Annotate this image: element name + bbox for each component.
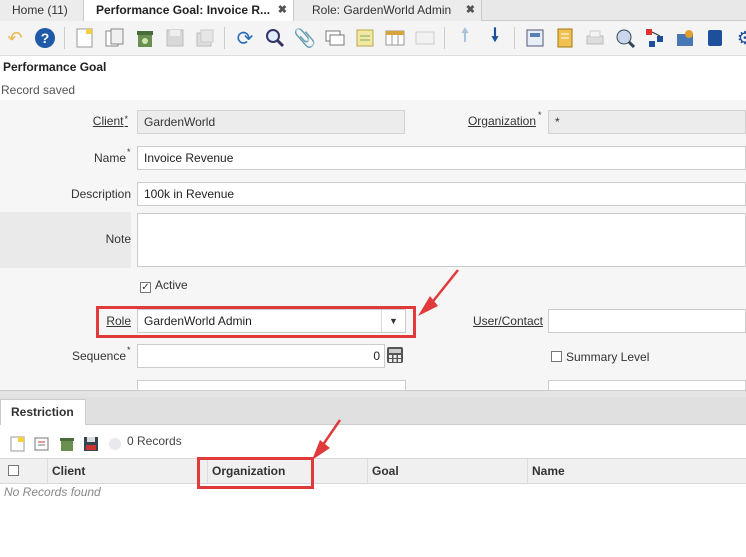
organization-field[interactable]: * (548, 110, 746, 134)
active-checkbox[interactable]: ✓ Active (140, 278, 188, 293)
tab-restriction[interactable]: Restriction (0, 399, 86, 425)
refresh-icon[interactable]: ⟳ (234, 27, 256, 50)
sequence-label-text: Sequence (71, 349, 126, 363)
organization-label-text: Organization (467, 114, 536, 128)
checkbox-icon[interactable] (551, 351, 562, 362)
empty-grid-message: No Records found (4, 485, 101, 499)
tab-performance-goal[interactable]: Performance Goal: Invoice R... ✖ (84, 0, 294, 22)
status-message: Record saved (1, 83, 76, 97)
tab-performance-goal-label: Performance Goal: Invoice R... (96, 3, 271, 17)
attachment-icon[interactable]: 📎 (294, 27, 316, 49)
grid-toggle-icon[interactable] (384, 27, 406, 49)
sequence-field[interactable]: 0 (137, 344, 385, 368)
user-contact-label[interactable]: User/Contact (440, 314, 543, 328)
exit-icon[interactable] (704, 27, 726, 49)
name-label-text: Name (93, 151, 126, 165)
required-mark: * (127, 345, 131, 355)
note-label: Note (105, 232, 131, 246)
sequence-label: Sequence (0, 349, 126, 363)
description-label: Description (70, 187, 131, 201)
name-label: Name (0, 151, 126, 165)
new-record-icon[interactable] (74, 27, 96, 49)
summary-level-label: Summary Level (566, 350, 650, 364)
name-field[interactable]: Invoice Revenue (137, 146, 746, 170)
new-record-icon[interactable] (10, 436, 26, 452)
gear-icon[interactable]: ⚙ (734, 27, 746, 49)
detail-icon[interactable] (414, 27, 436, 49)
archive-icon[interactable] (354, 27, 376, 49)
required-mark: * (127, 147, 131, 157)
print-icon[interactable] (584, 27, 606, 49)
panel-splitter[interactable] (0, 390, 746, 397)
svg-text:?: ? (41, 30, 50, 46)
required-mark: * (538, 110, 542, 120)
user-contact-field[interactable] (548, 309, 746, 333)
undo-icon[interactable]: ↶ (4, 27, 26, 49)
edit-icon[interactable] (34, 436, 50, 452)
print-preview-icon[interactable] (554, 27, 576, 49)
close-icon[interactable]: ✖ (278, 0, 287, 20)
find-icon[interactable] (264, 27, 286, 49)
process-icon[interactable] (674, 27, 696, 49)
save-new-icon[interactable] (194, 27, 216, 49)
report-icon[interactable] (524, 27, 546, 49)
highlight-box (96, 306, 416, 338)
help-icon[interactable]: ? (34, 27, 56, 49)
zoom-across-icon[interactable] (614, 27, 636, 49)
down-icon[interactable]: 🠗 (484, 25, 506, 49)
checkbox-icon[interactable] (8, 465, 19, 476)
window-title: Performance Goal (3, 60, 107, 74)
status-icon (107, 436, 123, 452)
client-label[interactable]: Client* (0, 114, 128, 128)
chat-icon[interactable] (324, 27, 346, 49)
delete-icon[interactable] (134, 27, 156, 49)
toolbar: ↶ ? ⟳ 📎 🠕 🠗 ⚙ (0, 21, 746, 56)
tab-role-label: Role: GardenWorld Admin (312, 3, 452, 17)
description-field[interactable]: 100k in Revenue (137, 182, 746, 206)
select-all-checkbox[interactable] (0, 459, 47, 484)
required-mark: * (124, 114, 128, 124)
tab-role[interactable]: Role: GardenWorld Admin ✖ (294, 0, 482, 21)
up-icon[interactable]: 🠕 (454, 25, 476, 49)
copy-icon[interactable] (104, 27, 126, 49)
column-goal[interactable]: Goal (367, 459, 527, 484)
save-icon[interactable] (83, 436, 99, 452)
checkbox-icon[interactable]: ✓ (140, 282, 151, 293)
column-client[interactable]: Client (47, 459, 197, 484)
client-field[interactable]: GardenWorld (137, 110, 405, 134)
record-count: 0 Records (127, 434, 182, 448)
subtab-bar: Restriction (0, 397, 746, 425)
active-label: Active (155, 278, 188, 292)
save-icon[interactable] (164, 27, 186, 49)
organization-label[interactable]: Organization (440, 114, 536, 128)
client-label-text: Client (92, 114, 124, 128)
workflow-icon[interactable] (644, 27, 666, 49)
close-icon[interactable]: ✖ (466, 0, 475, 20)
summary-level-checkbox[interactable]: Summary Level (551, 350, 649, 364)
tab-home-label: Home (11) (12, 3, 68, 17)
column-name[interactable]: Name (527, 459, 746, 484)
tab-home[interactable]: Home (11) (0, 0, 84, 21)
grid-header: Client Organization Goal Name (0, 458, 746, 484)
highlight-box (197, 457, 314, 489)
window-tabbar: Home (11) Performance Goal: Invoice R...… (0, 0, 746, 22)
delete-icon[interactable] (59, 436, 75, 452)
calculator-icon[interactable] (386, 346, 404, 364)
note-field[interactable] (137, 213, 746, 267)
record-form: Client* GardenWorld Organization * * Nam… (0, 100, 746, 392)
